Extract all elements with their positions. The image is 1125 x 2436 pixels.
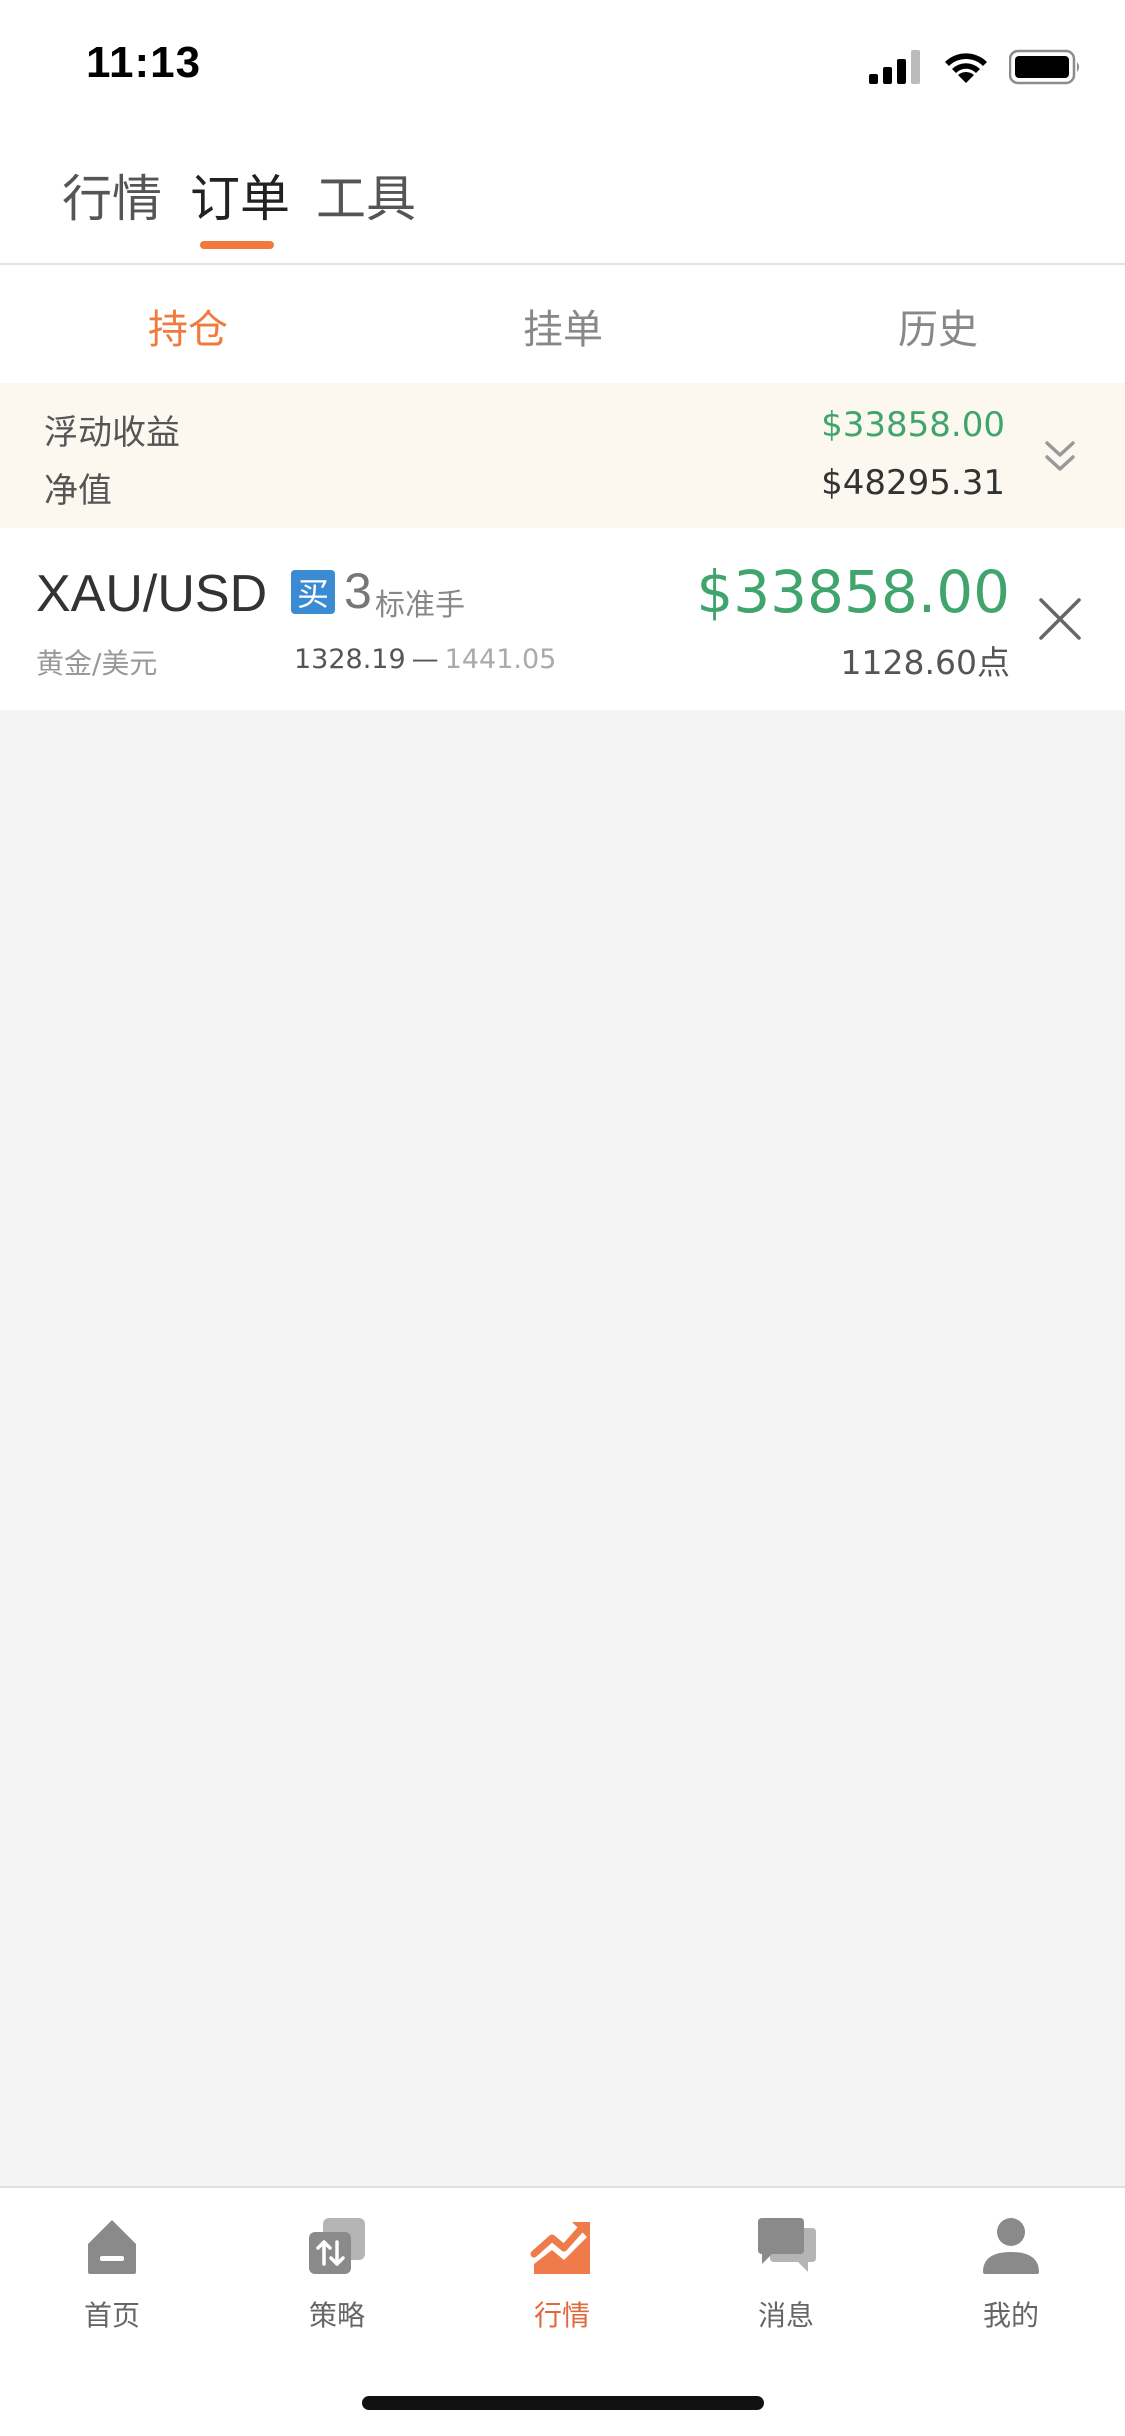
price-range: 1328.19—1441.05 bbox=[294, 644, 556, 675]
tabbar-strategy-label: 策略 bbox=[308, 2299, 365, 2332]
position-symbol: XAU/USD bbox=[36, 565, 268, 623]
tabbar-market[interactable]: 行情 bbox=[482, 2214, 642, 2334]
double-chevron-down-icon[interactable] bbox=[1035, 435, 1085, 479]
cellular-signal-icon bbox=[869, 50, 920, 84]
tab-tools[interactable]: 工具 bbox=[316, 159, 416, 231]
tab-orders[interactable]: 订单 bbox=[190, 159, 290, 231]
home-indicator[interactable] bbox=[362, 2396, 764, 2410]
tabbar-profile[interactable]: 我的 bbox=[931, 2214, 1091, 2334]
strategy-icon bbox=[309, 2218, 365, 2274]
current-price: 1441.05 bbox=[444, 644, 557, 675]
top-tab-bar: 行情 订单 工具 bbox=[0, 135, 1125, 265]
status-time: 11:13 bbox=[86, 38, 202, 87]
wifi-icon bbox=[945, 53, 987, 83]
active-tab-indicator bbox=[200, 241, 274, 249]
tabbar-market-label: 行情 bbox=[533, 2299, 590, 2332]
position-lots: 3 bbox=[344, 563, 372, 619]
position-row[interactable]: XAU/USD 买 3 标准手 黄金/美元 1328.19—1441.05 $3… bbox=[0, 528, 1125, 710]
open-price: 1328.19 bbox=[294, 644, 406, 675]
tabbar-home-label: 首页 bbox=[83, 2299, 140, 2332]
buy-side-badge: 买 bbox=[291, 570, 335, 614]
tabbar-messages[interactable]: 消息 bbox=[706, 2214, 866, 2334]
message-icon bbox=[758, 2218, 816, 2272]
tabbar-messages-label: 消息 bbox=[757, 2299, 814, 2332]
profile-icon bbox=[983, 2218, 1039, 2274]
position-points: 1128.60点 bbox=[840, 643, 1010, 682]
subtab-history[interactable]: 历史 bbox=[838, 297, 1038, 355]
price-separator: — bbox=[411, 644, 439, 675]
home-icon bbox=[88, 2220, 136, 2274]
subtab-pending-orders[interactable]: 挂单 bbox=[463, 297, 663, 355]
floating-pl-value: $33858.00 bbox=[821, 405, 1005, 445]
position-profit: $33858.00 bbox=[696, 558, 1010, 626]
subtab-positions[interactable]: 持仓 bbox=[88, 297, 288, 355]
tab-market[interactable]: 行情 bbox=[62, 159, 162, 231]
sub-tab-bar: 持仓 挂单 历史 bbox=[0, 265, 1125, 383]
account-summary: 浮动收益 $33858.00 净值 $48295.31 bbox=[0, 383, 1125, 528]
position-symbol-cn: 黄金/美元 bbox=[36, 647, 158, 680]
equity-label: 净值 bbox=[44, 471, 112, 511]
floating-pl-label: 浮动收益 bbox=[44, 413, 180, 453]
battery-icon bbox=[1009, 49, 1079, 85]
tabbar-strategy[interactable]: 策略 bbox=[257, 2214, 417, 2334]
status-icons bbox=[869, 44, 1083, 90]
tabbar-home[interactable]: 首页 bbox=[32, 2214, 192, 2334]
market-chart-icon bbox=[530, 2222, 590, 2274]
equity-value: $48295.31 bbox=[821, 463, 1005, 503]
close-position-icon[interactable] bbox=[1035, 594, 1085, 644]
lot-unit-label: 标准手 bbox=[375, 588, 465, 623]
status-bar: 11:13 bbox=[0, 0, 1125, 135]
tabbar-profile-label: 我的 bbox=[982, 2299, 1039, 2332]
